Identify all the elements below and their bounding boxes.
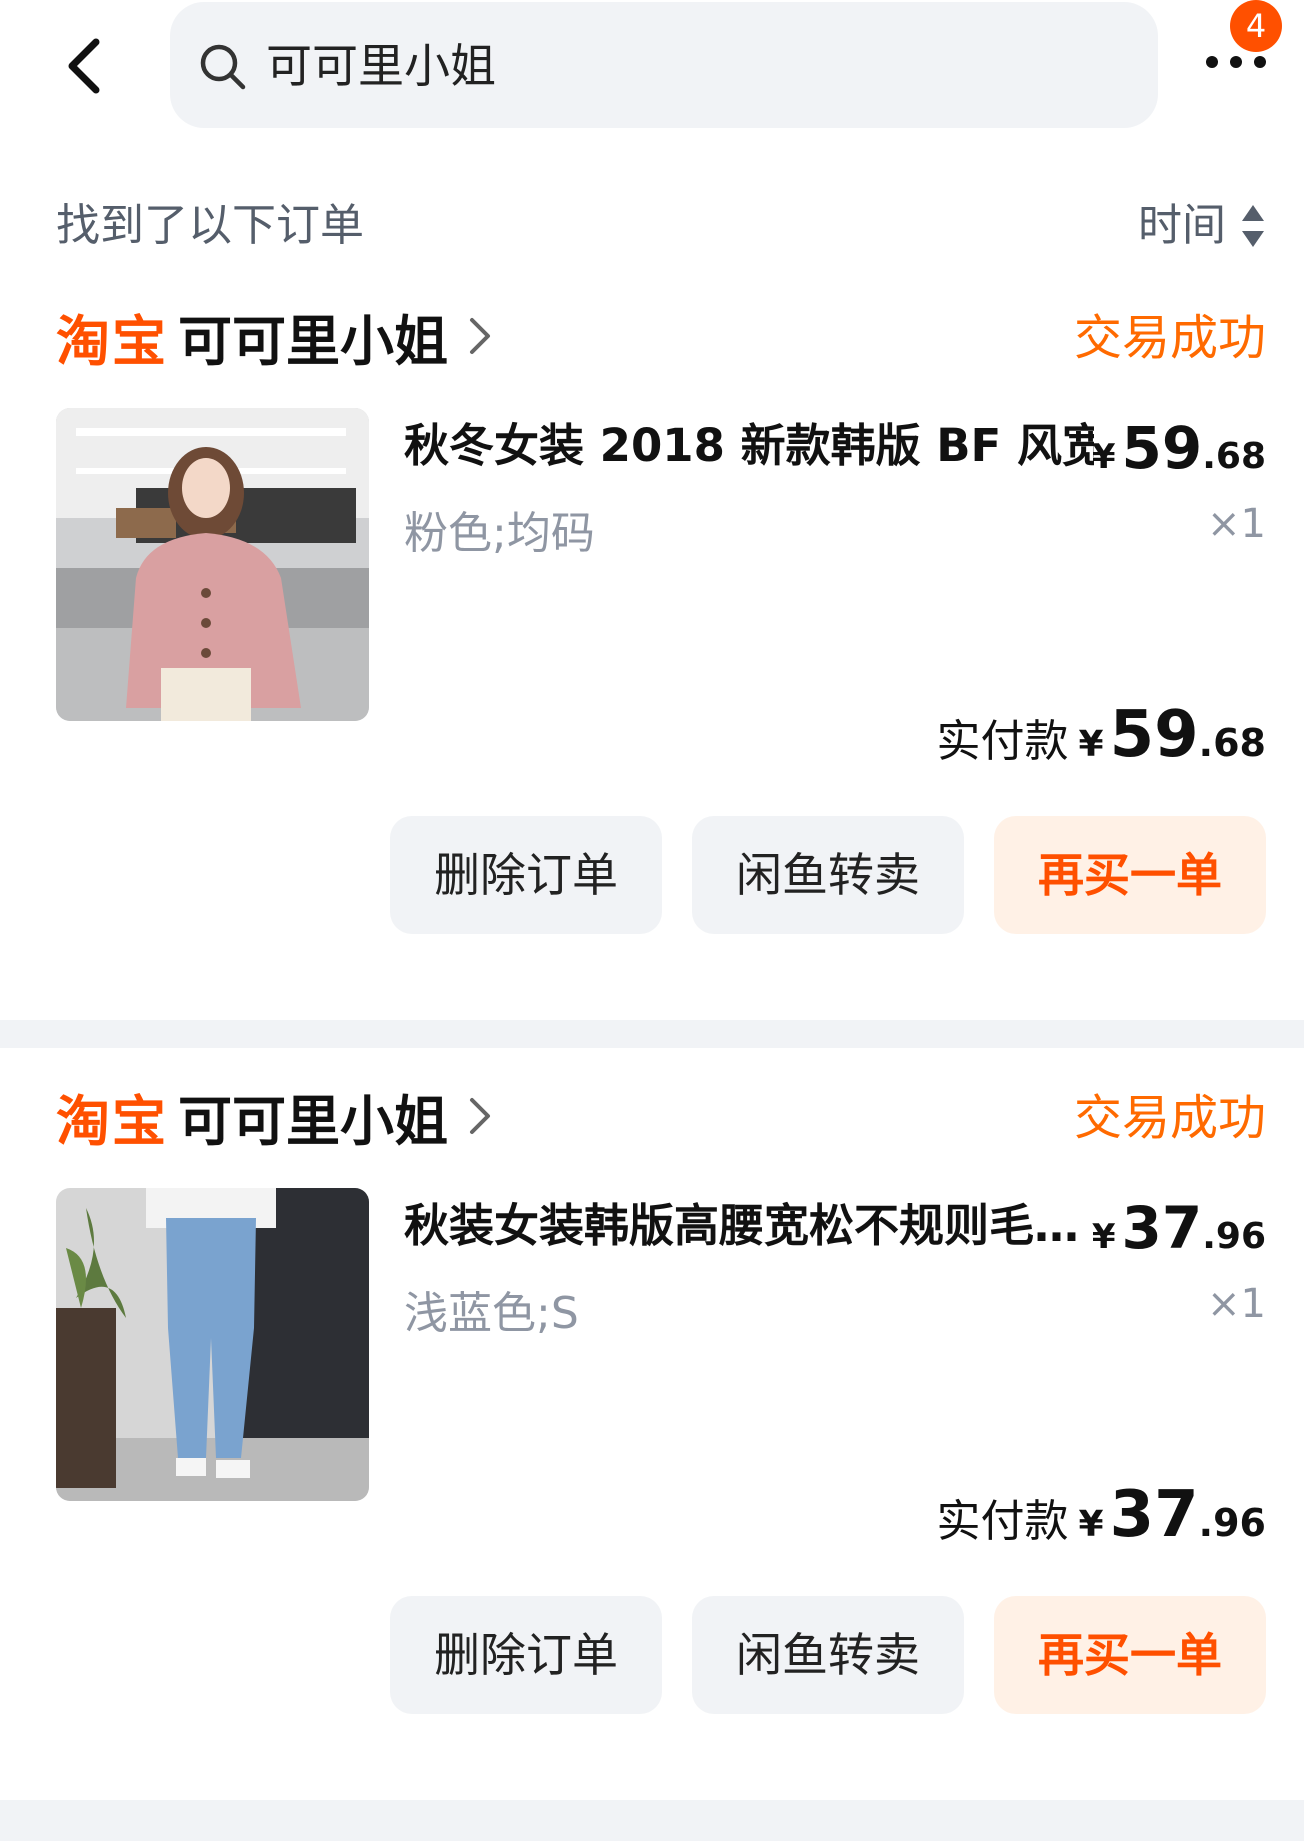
product-photo-jeans [56, 1188, 369, 1501]
product-title[interactable]: 秋装女装韩版高腰宽松不规则毛… [404, 1194, 1094, 1258]
back-arrow-icon [68, 38, 100, 94]
paid-label: 实付款 [936, 716, 1069, 767]
search-icon [200, 44, 246, 90]
buy-again-button[interactable]: 再买一单 [994, 816, 1266, 934]
order-status: 交易成功 [1073, 1090, 1266, 1146]
paid-integer: 59 [1109, 698, 1199, 772]
order-card: 淘宝 可可里小姐 交易成功 秋装女装韩版高腰宽松不规则毛… ¥ 37 .96 浅… [0, 1048, 1304, 1788]
taobao-logo: 淘宝 [56, 1089, 168, 1153]
paid-integer: 37 [1109, 1478, 1199, 1552]
top-bar: 可可里小姐 4 [0, 0, 1304, 140]
delete-order-button[interactable]: 删除订单 [390, 816, 662, 934]
price-decimal: .96 [1202, 1216, 1266, 1257]
buy-again-button[interactable]: 再买一单 [994, 1596, 1266, 1714]
taobao-logo: 淘宝 [56, 309, 168, 373]
xianyu-resell-button[interactable]: 闲鱼转卖 [692, 816, 964, 934]
order-divider [0, 1020, 1304, 1048]
sort-label: 时间 [1138, 200, 1226, 251]
currency-symbol: ¥ [1091, 437, 1116, 477]
shop-name: 可可里小姐 [178, 1089, 448, 1153]
search-input[interactable]: 可可里小姐 [170, 2, 1158, 128]
shop-link[interactable]: 淘宝 可可里小姐 [56, 296, 494, 376]
shop-link[interactable]: 淘宝 可可里小姐 [56, 1076, 494, 1156]
delete-order-button[interactable]: 删除订单 [390, 1596, 662, 1714]
unit-price: ¥ 37 .96 [1091, 1194, 1266, 1262]
product-quantity: ×1 [1207, 1281, 1266, 1327]
product-image[interactable] [56, 408, 369, 721]
paid-decimal: .68 [1198, 721, 1266, 765]
unit-price: ¥ 59 .68 [1091, 414, 1266, 482]
price-integer: 37 [1121, 1194, 1203, 1262]
chevron-right-icon [470, 1098, 490, 1134]
product-sku: 粉色;均码 [404, 508, 595, 559]
product-photo-cardigan [56, 408, 369, 721]
order-actions: 删除订单 闲鱼转卖 再买一单 [390, 1596, 1266, 1714]
currency-symbol: ¥ [1078, 1504, 1104, 1545]
sort-by-time-button[interactable]: 时间 [1138, 196, 1266, 256]
back-button[interactable] [56, 36, 116, 96]
results-label: 找到了以下订单 [56, 200, 364, 251]
product-sku: 浅蓝色;S [404, 1288, 579, 1339]
xianyu-resell-button[interactable]: 闲鱼转卖 [692, 1596, 964, 1714]
product-title[interactable]: 秋冬女装 2018 新款韩版 BF 风宽… [404, 414, 1094, 478]
paid-decimal: .96 [1198, 1501, 1266, 1545]
chevron-right-icon [470, 318, 490, 354]
sort-arrows-icon [1242, 205, 1264, 247]
shop-name: 可可里小姐 [178, 309, 448, 373]
search-query-text: 可可里小姐 [266, 39, 496, 93]
notification-badge: 4 [1230, 0, 1282, 52]
price-integer: 59 [1121, 414, 1203, 482]
currency-symbol: ¥ [1078, 724, 1104, 765]
currency-symbol: ¥ [1091, 1217, 1116, 1257]
order-actions: 删除订单 闲鱼转卖 再买一单 [390, 816, 1266, 934]
product-image[interactable] [56, 1188, 369, 1501]
paid-label: 实付款 [936, 1496, 1069, 1547]
price-decimal: .68 [1202, 436, 1266, 477]
paid-amount: 实付款 ¥ 59 .68 [937, 698, 1266, 778]
order-card: 淘宝 可可里小姐 交易成功 秋冬女装 2018 新款韩版 BF 风宽… ¥ 59… [0, 268, 1304, 1008]
product-quantity: ×1 [1207, 501, 1266, 547]
order-divider [0, 1800, 1304, 1841]
order-status: 交易成功 [1073, 310, 1266, 366]
paid-amount: 实付款 ¥ 37 .96 [937, 1478, 1266, 1558]
